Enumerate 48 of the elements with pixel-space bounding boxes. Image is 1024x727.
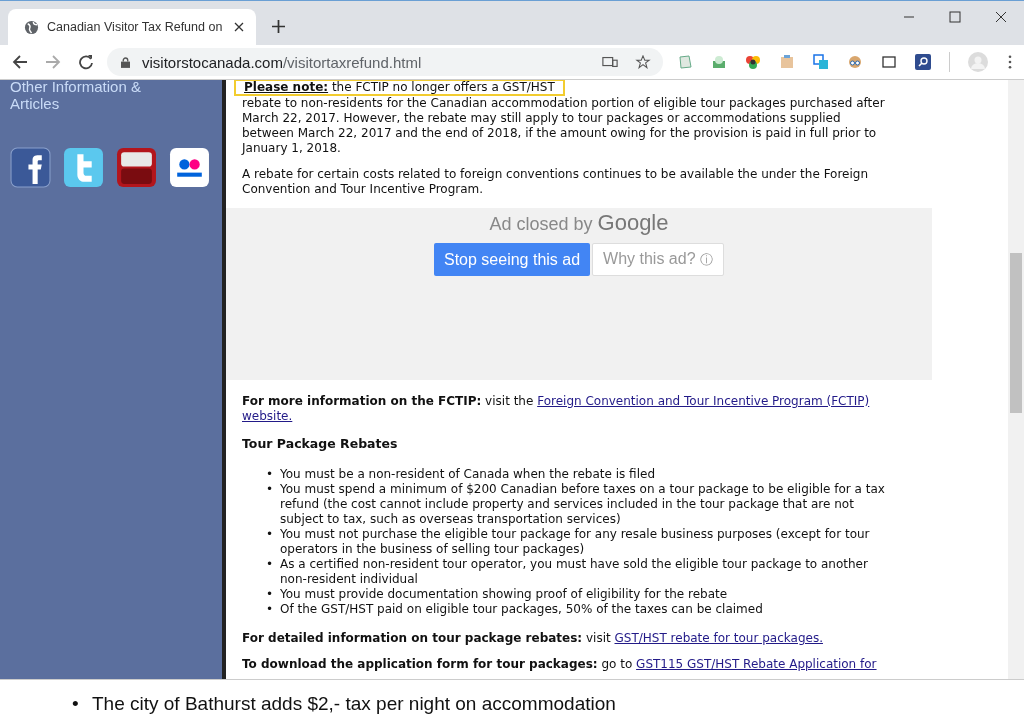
reload-icon[interactable] xyxy=(78,54,94,70)
fctip-link[interactable]: Foreign Convention and Tour Incentive Program (FCTIP) xyxy=(537,394,870,408)
bullet: • xyxy=(72,692,80,715)
cast-icon[interactable] xyxy=(602,55,618,69)
twitter-icon[interactable] xyxy=(63,147,104,188)
bullet: • xyxy=(266,557,275,573)
list-item: As a certified non-resident tour operator, you must have sold the eligible tour package to another non-resident individual xyxy=(280,557,869,587)
address-bar[interactable]: visitorstocanada.com/visitortaxrefund.html xyxy=(107,48,663,76)
paragraph: To download the application form for tour packages: go to GST115 GST/HST Rebate Application for xyxy=(242,657,878,672)
rebate-link[interactable]: GST/HST rebate for tour packages. xyxy=(614,631,823,645)
paragraph: rebate to non-residents for the Canadian accommodation portion of eligible tour packages purchased after March 22, 2017. However, the rebate may still apply to tour packages or accommodations supplied between March 22, 2017 and the end of 2018, if the amount owing for the provision is paid in full prior to January 1, 2018. xyxy=(242,96,886,156)
bullet: • xyxy=(266,527,275,543)
back-icon[interactable] xyxy=(12,54,28,70)
list-item: Of the GST/HST paid on eligible tour packages, 50% of the taxes can be claimed xyxy=(280,602,763,617)
search-icon[interactable] xyxy=(915,54,931,70)
list-item: The city of Bathurst adds $2,- tax per night on accommodation xyxy=(92,692,616,715)
ad-closed-label: Ad closed by xyxy=(489,213,593,235)
paragraph: For detailed information on tour package rebates: visit GST/HST rebate for tour packages. xyxy=(242,631,824,646)
screenshot-icon[interactable] xyxy=(881,54,897,70)
sidebar-heading[interactable]: Other Information & Articles xyxy=(0,78,180,112)
bullet: • xyxy=(266,467,275,482)
new-tab-icon[interactable] xyxy=(272,20,285,33)
extension-icon[interactable] xyxy=(745,54,761,70)
lock-icon xyxy=(121,56,130,68)
bullet: • xyxy=(266,482,275,498)
highlighted-note: Please note: the FCTIP no longer offers a GST/HST xyxy=(234,80,565,96)
scrollbar[interactable] xyxy=(1008,80,1024,679)
tab-title: Canadian Visitor Tax Refund on xyxy=(47,20,224,34)
list-item: You must not purchase the eligible tour package for any resale business purposes (except for tour operators in the business of selling tour packages) xyxy=(280,527,871,557)
browser-tab[interactable]: Canadian Visitor Tax Refund on xyxy=(8,9,256,45)
application-link[interactable]: GST115 GST/HST Rebate Application for xyxy=(636,657,877,671)
paragraph: For more information on the FCTIP: visit the Foreign Convention and Tour Incentive Program (FCTIP) website. xyxy=(242,394,871,424)
paragraph: A rebate for certain costs related to foreign conventions continues to be available the under the Foreign Convention and Tour Incentive Program. xyxy=(242,167,870,197)
google-logo: Google xyxy=(597,212,669,234)
website-link[interactable]: website. xyxy=(242,409,293,423)
facebook-icon[interactable] xyxy=(10,147,51,188)
list-item: You must be a non-resident of Canada when the rebate is filed xyxy=(280,467,655,482)
globe-icon xyxy=(24,19,39,35)
stop-seeing-ad-button[interactable]: Stop seeing this ad xyxy=(434,243,591,276)
list-item: You must spend a minimum of $200 Canadian before taxes on a tour package to be eligible for a tax refund (the cost cannot include property and services included in the tour package that are not subject to tax, such as overseas transportation services) xyxy=(280,482,886,527)
flickr-icon[interactable] xyxy=(169,147,210,188)
bullet: • xyxy=(266,587,275,602)
bullet: • xyxy=(266,602,275,617)
star-icon[interactable] xyxy=(635,55,651,69)
section-heading: Tour Package Rebates xyxy=(242,436,399,451)
close-tab-icon[interactable] xyxy=(234,22,244,32)
list-item: You must provide documentation showing proof of eligibility for the rebate xyxy=(280,587,728,602)
menu-icon[interactable] xyxy=(1008,55,1012,69)
